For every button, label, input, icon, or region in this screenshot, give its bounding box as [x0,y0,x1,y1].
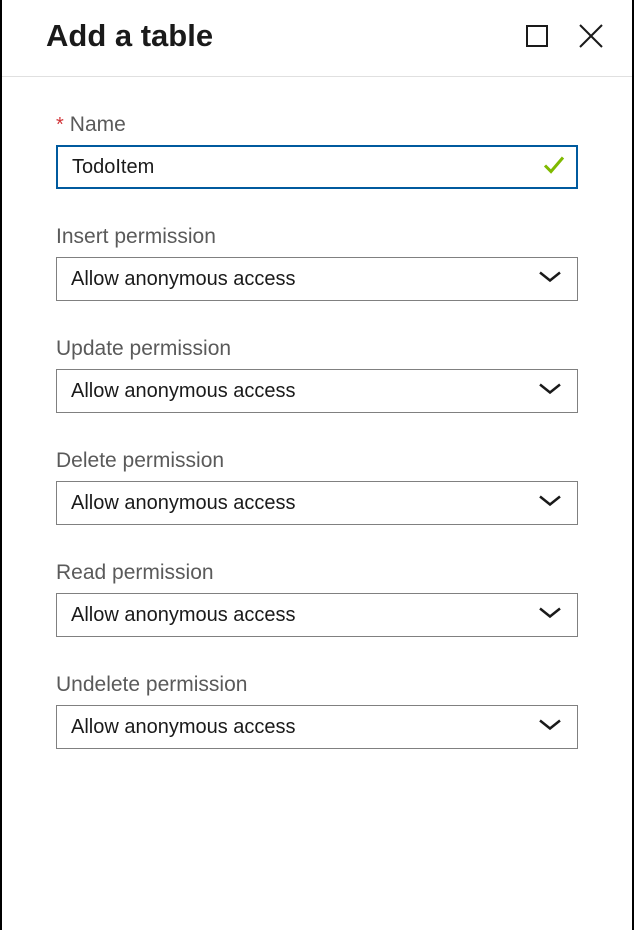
update-permission-group: Update permission Allow anonymous access [56,337,578,413]
update-permission-label: Update permission [56,337,578,361]
name-label-text: Name [70,113,126,137]
read-permission-group: Read permission Allow anonymous access [56,561,578,637]
checkmark-icon [542,153,566,182]
insert-permission-group: Insert permission Allow anonymous access [56,225,578,301]
header-actions [526,23,604,49]
undelete-permission-label: Undelete permission [56,673,578,697]
close-button[interactable] [578,23,604,49]
close-icon [578,23,604,49]
delete-permission-label: Delete permission [56,449,578,473]
name-input-wrapper [56,145,578,189]
name-field-group: * Name [56,113,578,189]
maximize-button[interactable] [526,25,548,47]
delete-permission-select[interactable]: Allow anonymous access [56,481,578,525]
name-label: * Name [56,113,578,137]
insert-permission-select-wrapper: Allow anonymous access [56,257,578,301]
name-input[interactable] [56,145,578,189]
update-permission-select-wrapper: Allow anonymous access [56,369,578,413]
read-permission-select[interactable]: Allow anonymous access [56,593,578,637]
undelete-permission-group: Undelete permission Allow anonymous acce… [56,673,578,749]
undelete-permission-select[interactable]: Allow anonymous access [56,705,578,749]
dialog-header: Add a table [2,0,632,77]
read-permission-label: Read permission [56,561,578,585]
square-icon [526,25,548,47]
read-permission-select-wrapper: Allow anonymous access [56,593,578,637]
delete-permission-select-wrapper: Allow anonymous access [56,481,578,525]
insert-permission-label: Insert permission [56,225,578,249]
delete-permission-group: Delete permission Allow anonymous access [56,449,578,525]
dialog-content: * Name Insert permission Allow anonymous… [2,77,632,749]
insert-permission-select[interactable]: Allow anonymous access [56,257,578,301]
undelete-permission-select-wrapper: Allow anonymous access [56,705,578,749]
required-indicator: * [56,114,64,137]
update-permission-select[interactable]: Allow anonymous access [56,369,578,413]
dialog-title: Add a table [46,18,213,54]
